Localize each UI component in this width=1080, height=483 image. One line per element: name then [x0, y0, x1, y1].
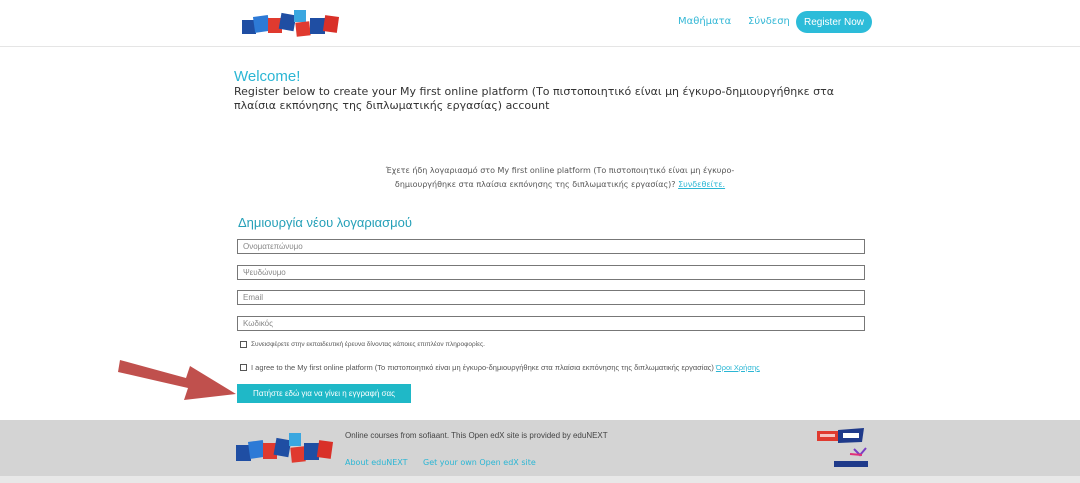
footer-text: Online courses from sofiaant. This Open …: [345, 431, 608, 440]
password-field[interactable]: Κωδικός: [237, 316, 865, 331]
footer-bottom-bar: [0, 476, 1080, 483]
site-logo[interactable]: [240, 8, 344, 38]
research-checkbox[interactable]: [240, 341, 247, 348]
fullname-field[interactable]: Ονοματεπώνυμο: [237, 239, 865, 254]
site-header: Μαθήματα Σύνδεση Register Now: [0, 0, 1080, 47]
have-account-message: Έχετε ήδη λογαριασμό στο My first online…: [382, 164, 738, 192]
terms-link[interactable]: Όροι Χρήσης: [716, 363, 760, 372]
edunext-logo[interactable]: [830, 447, 872, 469]
pointer-arrow-icon: [118, 360, 236, 400]
terms-checkbox-label: I agree to the My first online platform …: [251, 363, 714, 372]
footer-link-get-openedx[interactable]: Get your own Open edX site: [423, 458, 536, 467]
terms-checkbox-row: I agree to the My first online platform …: [240, 363, 760, 372]
welcome-title: Welcome!: [234, 68, 301, 85]
footer-link-about[interactable]: About eduNEXT: [345, 458, 408, 467]
submit-register-button[interactable]: Πατήστε εδώ για να γίνει η εγγραφή σας: [237, 384, 411, 403]
openedx-logo[interactable]: [816, 428, 866, 444]
username-field[interactable]: Ψευδώνυμο: [237, 265, 865, 280]
email-field[interactable]: Email: [237, 290, 865, 305]
footer-logo: [236, 433, 334, 463]
form-title: Δημιουργία νέου λογαριασμού: [238, 215, 412, 230]
register-now-button[interactable]: Register Now: [796, 11, 872, 33]
research-checkbox-label: Συνεισφέρετε στην εκπαιδευτική έρευνα δί…: [251, 341, 485, 348]
research-checkbox-row: Συνεισφέρετε στην εκπαιδευτική έρευνα δί…: [240, 341, 485, 348]
site-footer: [0, 420, 1080, 476]
nav-link-courses[interactable]: Μαθήματα: [678, 16, 731, 27]
terms-checkbox[interactable]: [240, 364, 247, 371]
login-link[interactable]: Συνδεθείτε.: [678, 180, 725, 189]
welcome-text: Register below to create your My first o…: [234, 85, 834, 112]
nav-link-login[interactable]: Σύνδεση: [748, 16, 790, 27]
